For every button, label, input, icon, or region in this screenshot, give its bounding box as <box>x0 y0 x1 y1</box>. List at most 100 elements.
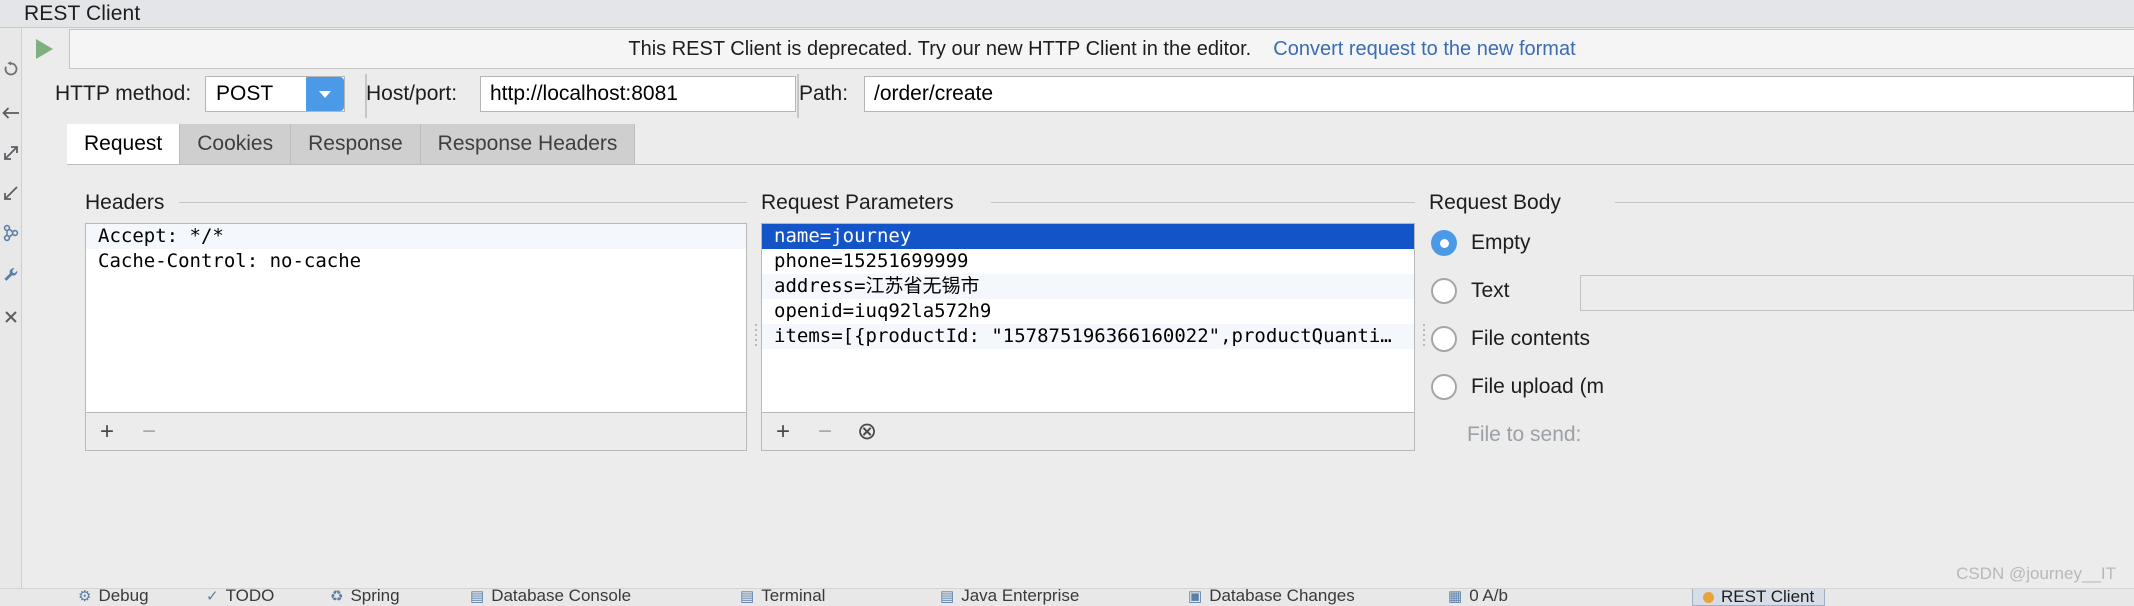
body-option-text[interactable]: Text <box>1431 278 1510 304</box>
body-option-empty-label: Empty <box>1471 231 1531 254</box>
headers-section-title: Headers <box>85 191 165 214</box>
status-item-terminal-label: Terminal <box>761 588 826 605</box>
status-item-terminal[interactable]: ▤ Terminal <box>740 588 826 606</box>
spring-icon: ♻ <box>330 588 344 605</box>
db-icon: ▤ <box>470 588 485 605</box>
dbchange-icon: ▣ <box>1188 588 1203 605</box>
radio-file-upload-icon[interactable] <box>1431 374 1457 400</box>
file-to-send-label: File to send: <box>1467 423 1582 446</box>
page-title: REST Client <box>24 2 141 25</box>
status-item-database-console[interactable]: ▤ Database Console <box>470 588 632 606</box>
request-tabs: Request Cookies Response Response Header… <box>67 124 636 164</box>
host-port-input[interactable]: http://localhost:8081 <box>480 76 796 112</box>
play-icon <box>36 39 53 59</box>
host-port-label: Host/port: <box>366 82 458 105</box>
tab-response-headers-label: Response Headers <box>437 132 618 155</box>
status-item-todo[interactable]: ✓ TODO <box>206 588 275 606</box>
run-request-button[interactable] <box>22 28 67 70</box>
headers-params-splitter[interactable] <box>751 315 760 355</box>
body-option-file-contents[interactable]: File contents <box>1431 326 1590 352</box>
status-item-debug[interactable]: ⚙ Debug <box>78 588 149 606</box>
rest-client-main-panel: This REST Client is deprecated. Try our … <box>22 28 2134 606</box>
http-method-value: POST <box>216 82 274 105</box>
status-item-database-changes-label: Database Changes <box>1209 588 1355 605</box>
body-option-empty[interactable]: Empty <box>1431 230 1531 256</box>
tab-request[interactable]: Request <box>67 124 181 164</box>
deprecation-message: This REST Client is deprecated. Try our … <box>628 37 1252 60</box>
status-item-ab[interactable]: ▦ 0 A/b <box>1448 588 1508 606</box>
deprecation-banner: This REST Client is deprecated. Try our … <box>69 29 2134 69</box>
status-item-database-changes[interactable]: ▣ Database Changes <box>1188 588 1355 606</box>
left-vertical-toolbar <box>0 28 22 606</box>
settings-wrench-icon[interactable] <box>0 258 22 292</box>
tab-cookies-label: Cookies <box>197 132 274 155</box>
java-icon: ▤ <box>940 588 955 605</box>
body-option-text-label: Text <box>1471 279 1510 302</box>
tab-response-label: Response <box>308 132 403 155</box>
chevron-down-icon[interactable] <box>306 77 344 111</box>
body-option-file-upload[interactable]: File upload (m <box>1431 374 1604 400</box>
request-form-row: HTTP method: POST Host/port: http://loca… <box>22 74 2134 118</box>
http-method-select[interactable]: POST <box>205 76 345 112</box>
tab-cookies[interactable]: Cookies <box>180 124 292 164</box>
add-parameter-button[interactable]: + <box>762 413 804 450</box>
tab-request-label: Request <box>84 132 163 155</box>
headers-list-toolbar: + − <box>85 413 747 451</box>
body-option-file-upload-label: File upload (m <box>1471 375 1605 398</box>
convert-request-link[interactable]: Convert request to the new format <box>1273 38 1575 61</box>
tab-response[interactable]: Response <box>291 124 421 164</box>
body-option-file-contents-label: File contents <box>1471 327 1591 350</box>
status-item-rest-client[interactable]: REST Client <box>1692 589 1826 606</box>
back-arrow-icon[interactable] <box>0 96 22 130</box>
params-body-splitter[interactable] <box>1419 315 1428 355</box>
open-external-icon[interactable] <box>0 136 22 170</box>
radio-file-contents-icon[interactable] <box>1431 326 1457 352</box>
status-item-java-enterprise[interactable]: ▤ Java Enterprise <box>940 588 1080 606</box>
status-item-todo-label: TODO <box>225 588 275 605</box>
bug-icon: ⚙ <box>78 588 92 605</box>
todo-icon: ✓ <box>206 588 219 605</box>
remove-header-button[interactable]: − <box>128 413 170 450</box>
list-item[interactable]: name=journey <box>762 224 1414 249</box>
path-value: /order/create <box>874 82 994 105</box>
list-item[interactable]: items=[{productId: "157875196366160022",… <box>762 324 1414 349</box>
status-item-ab-label: 0 A/b <box>1469 588 1508 605</box>
generate-code-icon[interactable] <box>0 216 22 250</box>
status-item-java-enterprise-label: Java Enterprise <box>961 588 1080 605</box>
status-item-database-console-label: Database Console <box>491 588 632 605</box>
params-section-rule <box>991 202 1415 203</box>
tool-window-titlebar: REST Client <box>0 0 2134 28</box>
rest-client-icon <box>1703 591 1714 603</box>
close-icon[interactable] <box>0 300 22 334</box>
add-header-button[interactable]: + <box>86 413 128 450</box>
status-bar: ⚙ Debug ✓ TODO ♻ Spring ▤ Database Conso… <box>0 588 2134 606</box>
rerun-icon[interactable] <box>0 52 22 86</box>
list-item[interactable]: phone=15251699999 <box>762 249 1414 274</box>
import-icon[interactable] <box>0 176 22 210</box>
terminal-icon: ▤ <box>740 588 755 605</box>
run-row: This REST Client is deprecated. Try our … <box>22 28 2134 70</box>
status-item-debug-label: Debug <box>98 588 149 605</box>
list-item[interactable]: Accept: */* <box>86 224 746 249</box>
request-parameters-list[interactable]: name=journey phone=15251699999 address=江… <box>761 223 1415 413</box>
list-item[interactable]: Cache-Control: no-cache <box>86 249 746 274</box>
grid-icon: ▦ <box>1448 588 1463 605</box>
tab-response-headers[interactable]: Response Headers <box>420 124 636 164</box>
list-item[interactable]: openid=iuq92la572h9 <box>762 299 1414 324</box>
params-section-title: Request Parameters <box>761 191 954 214</box>
body-section-rule <box>1615 202 2134 203</box>
host-port-value: http://localhost:8081 <box>490 82 678 105</box>
remove-parameter-button[interactable]: − <box>804 413 846 450</box>
request-tab-content: Headers Accept: */* Cache-Control: no-ca… <box>67 165 2134 606</box>
headers-list[interactable]: Accept: */* Cache-Control: no-cache <box>85 223 747 413</box>
params-list-toolbar: + − ⊗ <box>761 413 1415 451</box>
clear-parameters-button[interactable]: ⊗ <box>846 413 888 450</box>
headers-section-rule <box>179 202 747 203</box>
status-item-spring[interactable]: ♻ Spring <box>330 588 400 606</box>
list-item[interactable]: address=江苏省无锡市 <box>762 274 1414 299</box>
radio-empty-icon[interactable] <box>1431 230 1457 256</box>
radio-text-icon[interactable] <box>1431 278 1457 304</box>
path-input[interactable]: /order/create <box>864 76 2134 112</box>
body-text-input[interactable] <box>1580 275 2134 311</box>
body-section-title: Request Body <box>1429 191 1561 214</box>
